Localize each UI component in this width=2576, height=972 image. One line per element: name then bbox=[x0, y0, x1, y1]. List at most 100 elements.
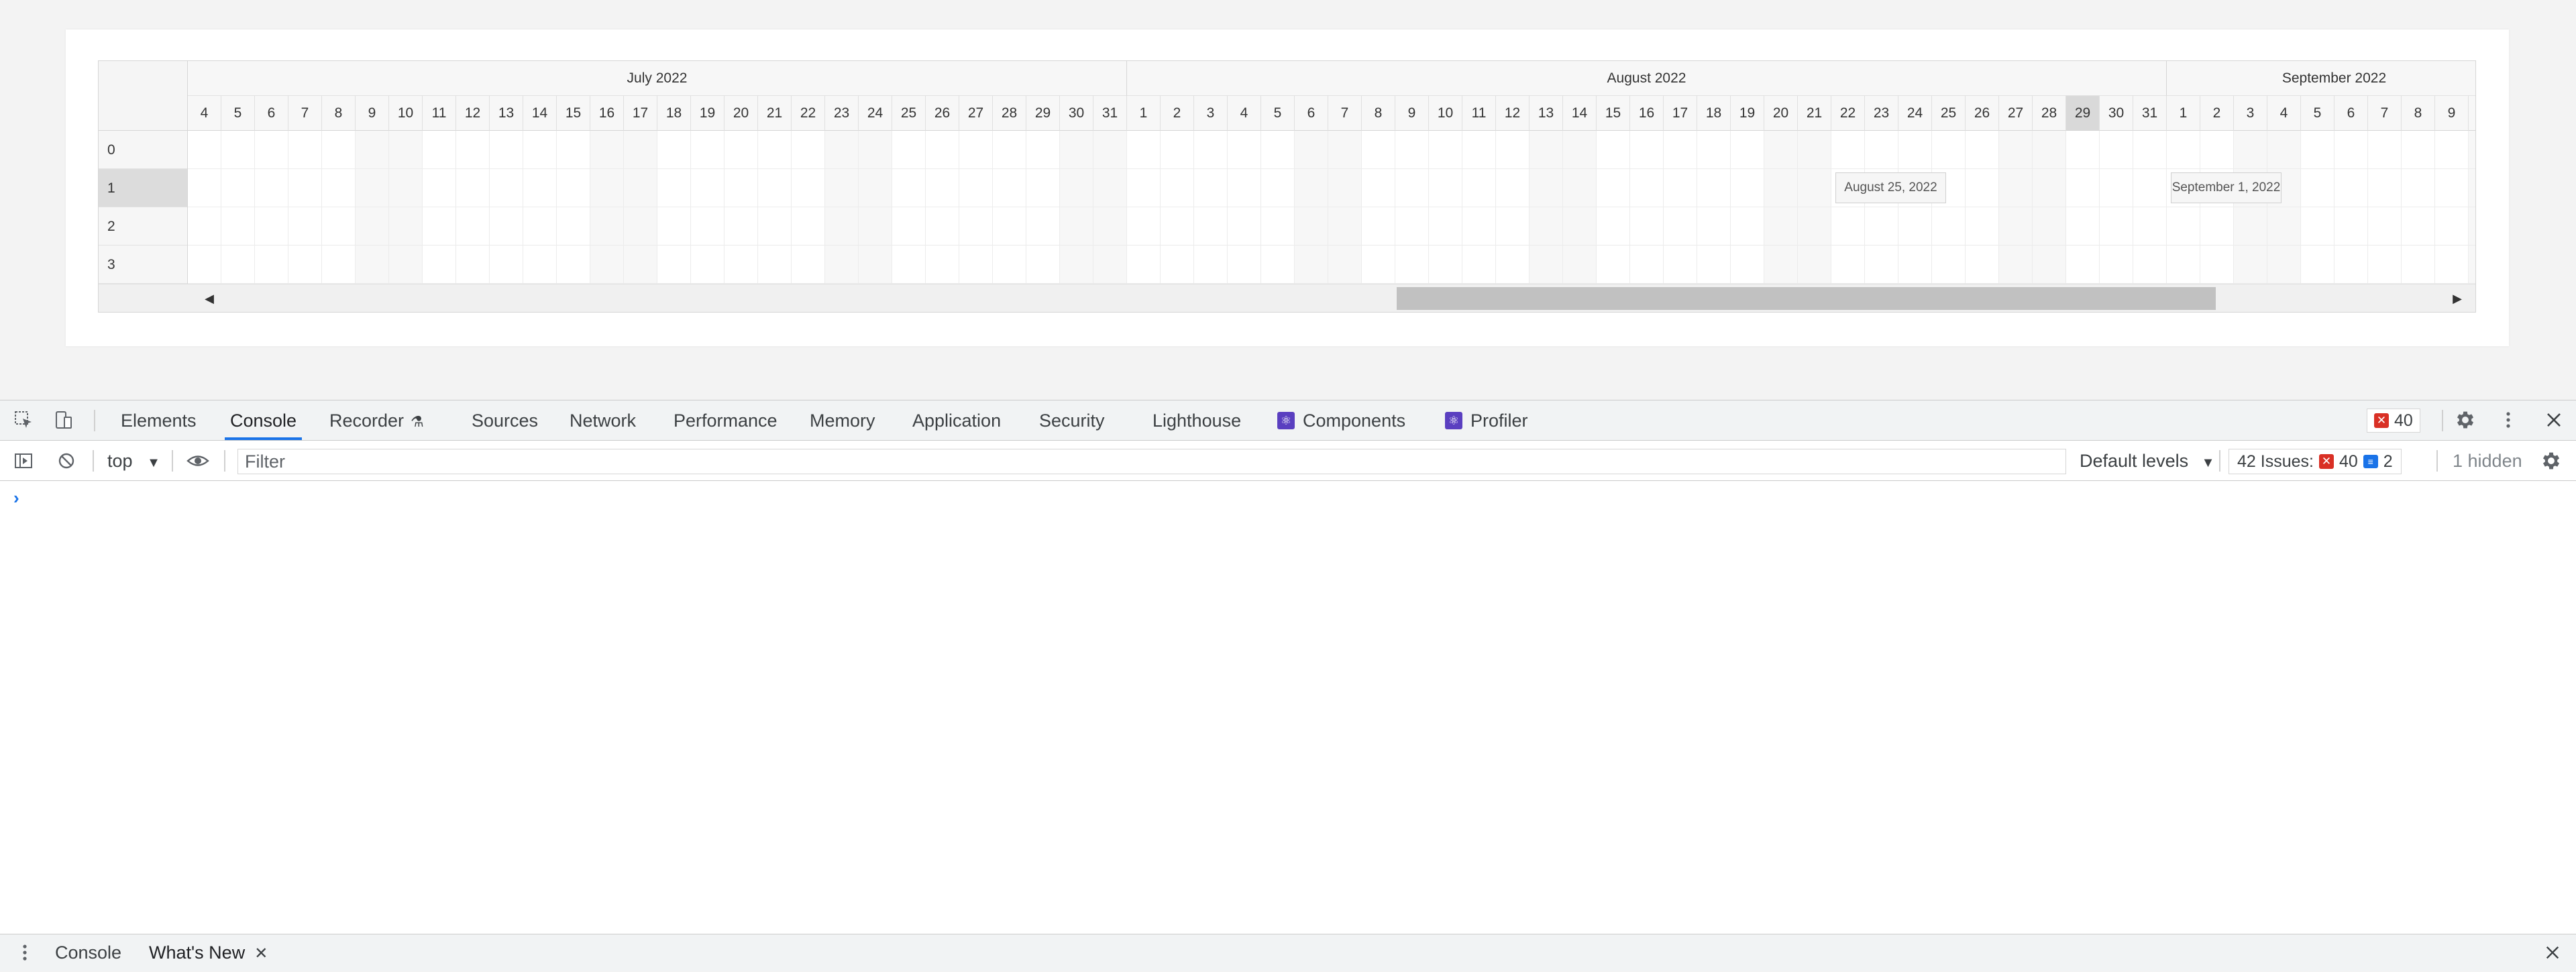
close-drawer-icon[interactable] bbox=[2540, 940, 2565, 965]
timeline-cell[interactable] bbox=[221, 207, 255, 246]
timeline-cell[interactable] bbox=[356, 169, 389, 207]
timeline-cell[interactable] bbox=[2334, 169, 2368, 207]
timeline-cell[interactable] bbox=[1999, 169, 2033, 207]
timeline-cell[interactable] bbox=[1798, 246, 1831, 284]
timeline-cell[interactable] bbox=[490, 246, 523, 284]
timeline-cell[interactable] bbox=[2100, 169, 2133, 207]
timeline-cell[interactable] bbox=[1362, 131, 1395, 169]
timeline-cell[interactable] bbox=[2402, 131, 2435, 169]
timeline-cell[interactable] bbox=[2267, 207, 2301, 246]
issues-button[interactable]: 42 Issues: ✕ 40 ≡ 2 bbox=[2229, 449, 2402, 474]
timeline-cell[interactable] bbox=[2167, 246, 2200, 284]
timeline-cell[interactable] bbox=[188, 246, 221, 284]
scroll-right-icon[interactable]: ▶ bbox=[2447, 284, 2467, 313]
timeline-cell[interactable] bbox=[1597, 246, 1630, 284]
timeline-cell[interactable] bbox=[1664, 207, 1697, 246]
timeline-cell[interactable] bbox=[221, 131, 255, 169]
tab-application[interactable]: Application bbox=[912, 400, 1001, 440]
timeline-cell[interactable] bbox=[825, 131, 859, 169]
timeline-cell[interactable] bbox=[523, 169, 557, 207]
timeline-cell[interactable] bbox=[456, 246, 490, 284]
scroll-left-icon[interactable]: ◀ bbox=[199, 284, 219, 313]
timeline-cell[interactable] bbox=[758, 207, 792, 246]
timeline-cell[interactable] bbox=[1261, 131, 1295, 169]
timeline-cell[interactable] bbox=[557, 246, 590, 284]
tab-memory[interactable]: Memory bbox=[810, 400, 875, 440]
timeline-cell[interactable] bbox=[523, 207, 557, 246]
timeline-cell[interactable] bbox=[1898, 207, 1932, 246]
timeline-cell[interactable] bbox=[221, 169, 255, 207]
timeline-cell[interactable] bbox=[2133, 207, 2167, 246]
timeline-cell[interactable] bbox=[1597, 169, 1630, 207]
event-item[interactable]: August 25, 2022 bbox=[1835, 172, 1946, 203]
timeline-cell[interactable] bbox=[2469, 169, 2475, 207]
timeline-cell[interactable] bbox=[322, 207, 356, 246]
timeline-cell[interactable] bbox=[657, 131, 691, 169]
timeline-cell[interactable] bbox=[2334, 246, 2368, 284]
timeline-cell[interactable] bbox=[2435, 207, 2469, 246]
timeline-cell[interactable] bbox=[2402, 169, 2435, 207]
timeline-cell[interactable] bbox=[926, 246, 959, 284]
timeline-cell[interactable] bbox=[1462, 131, 1496, 169]
timeline-cell[interactable] bbox=[1831, 246, 1865, 284]
timeline-cell[interactable] bbox=[1664, 131, 1697, 169]
timeline-cell[interactable] bbox=[1328, 131, 1362, 169]
timeline-cell[interactable] bbox=[724, 169, 758, 207]
tab-components[interactable]: ⚛ Components bbox=[1277, 400, 1405, 440]
timeline-cell[interactable] bbox=[1798, 169, 1831, 207]
timeline-cell[interactable] bbox=[255, 207, 288, 246]
timeline-cell[interactable] bbox=[892, 207, 926, 246]
timeline-cell[interactable] bbox=[2234, 246, 2267, 284]
timeline-cell[interactable] bbox=[959, 246, 993, 284]
timeline-cell[interactable] bbox=[188, 131, 221, 169]
timeline-cell[interactable] bbox=[825, 246, 859, 284]
timeline-cell[interactable] bbox=[691, 169, 724, 207]
timeline-cell[interactable] bbox=[1697, 246, 1731, 284]
timeline-cell[interactable] bbox=[691, 207, 724, 246]
timeline-cell[interactable] bbox=[1060, 207, 1093, 246]
tab-recorder[interactable]: Recorder ⚗ bbox=[329, 400, 424, 440]
timeline-cell[interactable] bbox=[590, 246, 624, 284]
error-count-badge[interactable]: ✕ 40 bbox=[2367, 409, 2420, 433]
timeline-cell[interactable] bbox=[557, 131, 590, 169]
timeline-cell[interactable] bbox=[892, 246, 926, 284]
timeline-cell[interactable] bbox=[892, 131, 926, 169]
timeline-cell[interactable] bbox=[2334, 207, 2368, 246]
timeline-cell[interactable] bbox=[2200, 207, 2234, 246]
timeline-cell[interactable] bbox=[1261, 169, 1295, 207]
timeline-cell[interactable] bbox=[1161, 169, 1194, 207]
timeline-cell[interactable] bbox=[1261, 207, 1295, 246]
timeline-cell[interactable] bbox=[2133, 131, 2167, 169]
timeline-cell[interactable] bbox=[2200, 246, 2234, 284]
timeline-cell[interactable] bbox=[1395, 131, 1429, 169]
timeline-cell[interactable] bbox=[2133, 246, 2167, 284]
timeline-cell[interactable] bbox=[1932, 131, 1966, 169]
timeline-cell[interactable] bbox=[792, 169, 825, 207]
timeline-cell[interactable] bbox=[1161, 131, 1194, 169]
timeline-cell[interactable] bbox=[1395, 246, 1429, 284]
timeline-cell[interactable] bbox=[456, 169, 490, 207]
timeline-cell[interactable] bbox=[2435, 246, 2469, 284]
timeline-cell[interactable] bbox=[1563, 207, 1597, 246]
timeline-cell[interactable] bbox=[1328, 169, 1362, 207]
timeline-cell[interactable] bbox=[993, 246, 1026, 284]
more-options-icon[interactable] bbox=[2496, 407, 2521, 433]
timeline-cell[interactable] bbox=[490, 169, 523, 207]
timeline-cell[interactable] bbox=[1429, 131, 1462, 169]
timeline-cell[interactable] bbox=[1999, 246, 2033, 284]
timeline-cell[interactable] bbox=[188, 169, 221, 207]
timeline-cell[interactable] bbox=[2066, 207, 2100, 246]
timeline-cell[interactable] bbox=[423, 246, 456, 284]
timeline-cell[interactable] bbox=[1362, 246, 1395, 284]
timeline-cell[interactable] bbox=[255, 169, 288, 207]
timeline-cell[interactable] bbox=[1630, 169, 1664, 207]
timeline-cell[interactable] bbox=[389, 131, 423, 169]
timeline-cell[interactable] bbox=[1295, 207, 1328, 246]
timeline-cell[interactable] bbox=[590, 207, 624, 246]
tab-network[interactable]: Network bbox=[570, 400, 636, 440]
timeline-cell[interactable] bbox=[1261, 246, 1295, 284]
drawer-tab-console[interactable]: Console bbox=[55, 934, 121, 971]
timeline-cell[interactable] bbox=[322, 246, 356, 284]
timeline-cell[interactable] bbox=[2033, 246, 2066, 284]
timeline-cell[interactable] bbox=[1597, 207, 1630, 246]
